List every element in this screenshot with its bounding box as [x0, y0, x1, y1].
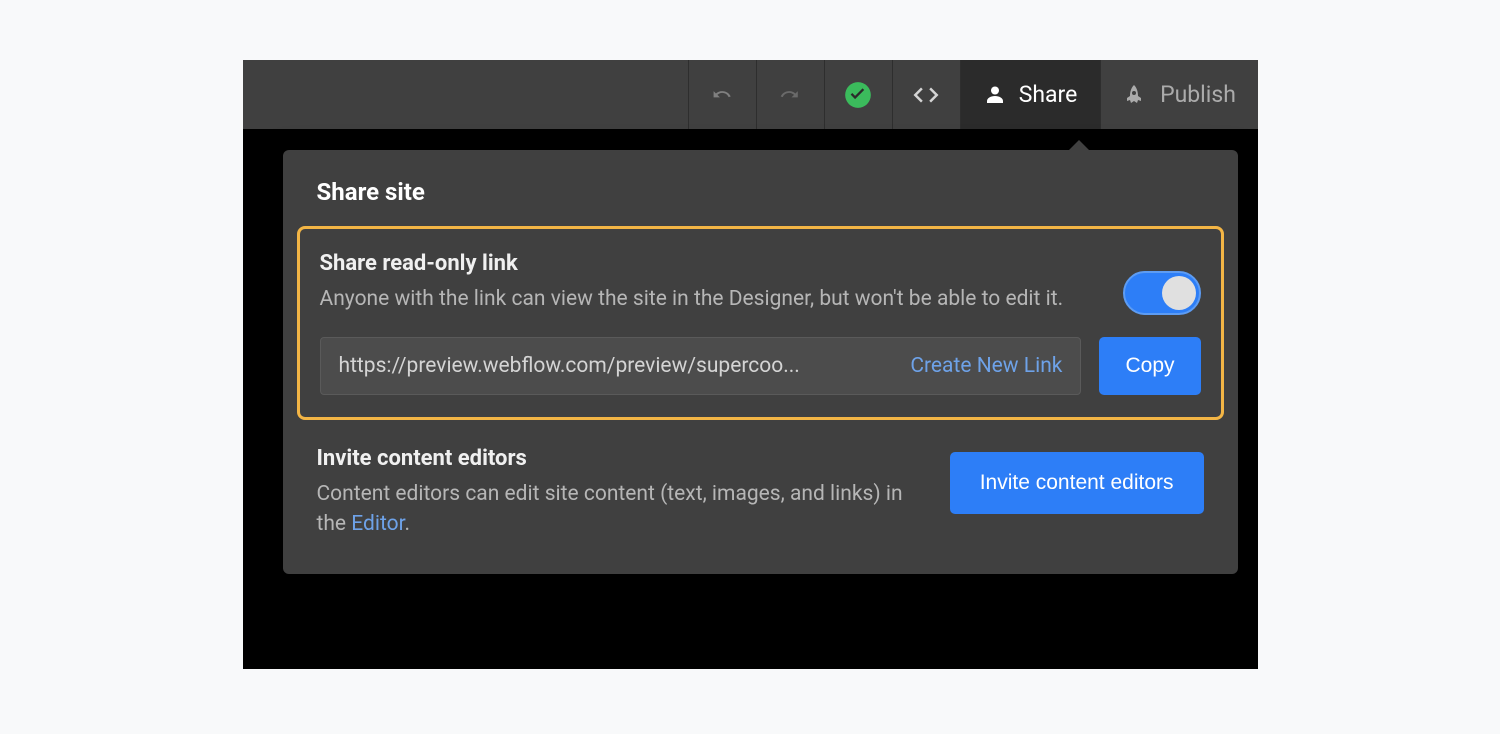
undo-icon	[710, 83, 734, 107]
create-new-link[interactable]: Create New Link	[910, 354, 1062, 378]
toggle-knob	[1162, 276, 1196, 310]
invite-editors-button[interactable]: Invite content editors	[950, 452, 1204, 514]
background-strip	[803, 620, 1238, 669]
panel-arrow	[1067, 140, 1091, 152]
check-circle-icon	[844, 81, 872, 109]
panel-title: Share site	[283, 150, 1238, 226]
share-button[interactable]: Share	[960, 60, 1100, 129]
invite-editors-title: Invite content editors	[317, 446, 920, 471]
undo-button[interactable]	[688, 60, 756, 129]
rocket-icon	[1122, 82, 1146, 108]
person-icon	[983, 83, 1007, 107]
share-label: Share	[1019, 81, 1078, 108]
share-link-url: https://preview.webflow.com/preview/supe…	[339, 354, 903, 378]
share-readonly-toggle[interactable]	[1123, 271, 1201, 315]
share-readonly-title: Share read-only link	[320, 251, 1103, 276]
custom-code-button[interactable]	[892, 60, 960, 129]
invite-editors-section: Invite content editors Content editors c…	[283, 434, 1238, 574]
editor-link[interactable]: Editor	[351, 512, 404, 536]
publish-label: Publish	[1160, 81, 1236, 108]
top-toolbar: Share Publish	[243, 60, 1258, 129]
redo-button[interactable]	[756, 60, 824, 129]
code-icon	[911, 80, 941, 110]
publish-button[interactable]: Publish	[1100, 60, 1258, 129]
share-panel: Share site Share read-only link Anyone w…	[283, 150, 1238, 574]
invite-editors-description: Content editors can edit site content (t…	[317, 479, 920, 540]
share-readonly-description: Anyone with the link can view the site i…	[320, 284, 1103, 314]
share-readonly-section: Share read-only link Anyone with the lin…	[297, 226, 1224, 420]
copy-button[interactable]: Copy	[1099, 337, 1200, 395]
app-window: Share Publish Share site Share read-only…	[243, 60, 1258, 669]
status-check-button[interactable]	[824, 60, 892, 129]
share-link-field[interactable]: https://preview.webflow.com/preview/supe…	[320, 337, 1082, 395]
redo-icon	[778, 83, 802, 107]
